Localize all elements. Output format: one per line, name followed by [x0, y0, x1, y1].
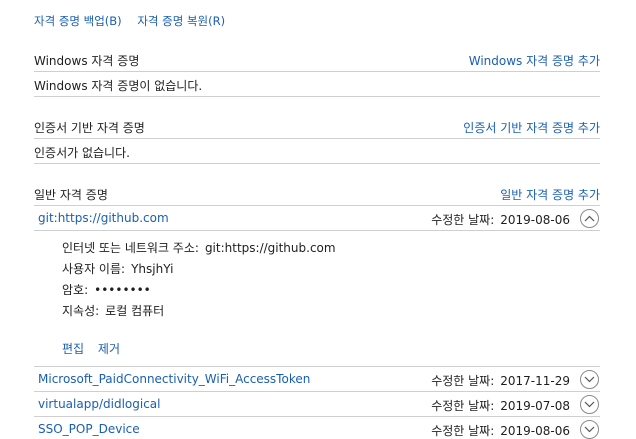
certificate-credentials-header: 인증서 기반 자격 증명 인증서 기반 자격 증명 추가	[34, 115, 600, 139]
detail-persistence-label: 지속성:	[62, 304, 100, 318]
windows-credentials-empty: Windows 자격 증명이 없습니다.	[34, 72, 600, 97]
modified-date: 2017-11-29	[500, 374, 570, 388]
certificate-credentials-title: 인증서 기반 자격 증명	[34, 121, 145, 135]
generic-credentials-title: 일반 자격 증명	[34, 188, 108, 202]
modified-date: 2019-08-06	[500, 424, 570, 438]
remove-credential-link[interactable]: 제거	[98, 342, 120, 356]
credential-name[interactable]: git:https://github.com	[38, 211, 169, 225]
modified-date: 2019-08-06	[500, 213, 570, 227]
certificate-credentials-empty-text: 인증서가 없습니다.	[34, 146, 130, 160]
credential-modified: 수정한 날짜: 2019-07-08	[431, 397, 570, 414]
credential-row[interactable]: virtualapp/didlogical 수정한 날짜: 2019-07-08	[34, 392, 600, 417]
certificate-credentials-section: 인증서 기반 자격 증명 인증서 기반 자격 증명 추가 인증서가 없습니다.	[34, 115, 600, 164]
modified-label: 수정한 날짜:	[431, 374, 495, 388]
detail-username-value: YhsjhYi	[131, 262, 174, 276]
modified-label: 수정한 날짜:	[431, 213, 495, 227]
credential-modified: 수정한 날짜: 2019-08-06	[431, 211, 570, 228]
certificate-credentials-empty: 인증서가 없습니다.	[34, 139, 600, 164]
modified-label: 수정한 날짜:	[431, 399, 495, 413]
detail-password-value: ••••••••	[94, 283, 151, 297]
edit-credential-link[interactable]: 편집	[62, 342, 84, 356]
detail-persistence: 지속성: 로컬 컴퓨터	[62, 302, 164, 319]
detail-username: 사용자 이름: YhsjhYi	[62, 260, 173, 277]
add-windows-credential-link[interactable]: Windows 자격 증명 추가	[469, 52, 600, 69]
credential-modified: 수정한 날짜: 2017-11-29	[431, 372, 570, 389]
detail-password: 암호: ••••••••	[62, 281, 151, 298]
modified-label: 수정한 날짜:	[431, 424, 495, 438]
detail-address: 인터넷 또는 네트워크 주소: git:https://github.com	[62, 239, 336, 256]
detail-address-value: git:https://github.com	[204, 241, 336, 255]
credential-row[interactable]: SSO_POP_Device 수정한 날짜: 2019-08-06	[34, 417, 600, 439]
backup-credentials-link[interactable]: 자격 증명 백업(B)	[34, 14, 122, 28]
chevron-up-icon[interactable]	[580, 209, 599, 228]
credential-name[interactable]: virtualapp/didlogical	[38, 397, 160, 411]
detail-persistence-value: 로컬 컴퓨터	[105, 304, 165, 318]
top-links: 자격 증명 백업(B) 자격 증명 복원(R)	[34, 13, 237, 29]
restore-credentials-link[interactable]: 자격 증명 복원(R)	[137, 14, 225, 28]
chevron-down-icon[interactable]	[580, 370, 599, 389]
credential-modified: 수정한 날짜: 2019-08-06	[431, 422, 570, 439]
credential-name[interactable]: SSO_POP_Device	[38, 422, 140, 436]
chevron-down-icon[interactable]	[580, 395, 599, 414]
detail-password-label: 암호:	[62, 283, 89, 297]
credential-row-expanded[interactable]: git:https://github.com 수정한 날짜: 2019-08-06	[34, 206, 600, 231]
windows-credentials-header: Windows 자격 증명 Windows 자격 증명 추가	[34, 48, 600, 72]
chevron-down-icon[interactable]	[580, 420, 599, 439]
windows-credentials-section: Windows 자격 증명 Windows 자격 증명 추가 Windows 자…	[34, 48, 600, 97]
detail-address-label: 인터넷 또는 네트워크 주소:	[62, 241, 199, 255]
detail-username-label: 사용자 이름:	[62, 262, 126, 276]
add-generic-credential-link[interactable]: 일반 자격 증명 추가	[500, 186, 600, 203]
credential-row[interactable]: Microsoft_PaidConnectivity_WiFi_AccessTo…	[34, 367, 600, 392]
generic-credentials-section: 일반 자격 증명 일반 자격 증명 추가 git:https://github.…	[34, 182, 600, 439]
credential-details: 인터넷 또는 네트워크 주소: git:https://github.com 사용…	[34, 231, 600, 367]
windows-credentials-title: Windows 자격 증명	[34, 54, 140, 68]
modified-date: 2019-07-08	[500, 399, 570, 413]
credential-actions: 편집 제거	[62, 340, 130, 357]
add-certificate-credential-link[interactable]: 인증서 기반 자격 증명 추가	[463, 119, 600, 136]
generic-credentials-header: 일반 자격 증명 일반 자격 증명 추가	[34, 182, 600, 206]
credential-name[interactable]: Microsoft_PaidConnectivity_WiFi_AccessTo…	[38, 372, 310, 386]
windows-credentials-empty-text: Windows 자격 증명이 없습니다.	[34, 79, 203, 93]
